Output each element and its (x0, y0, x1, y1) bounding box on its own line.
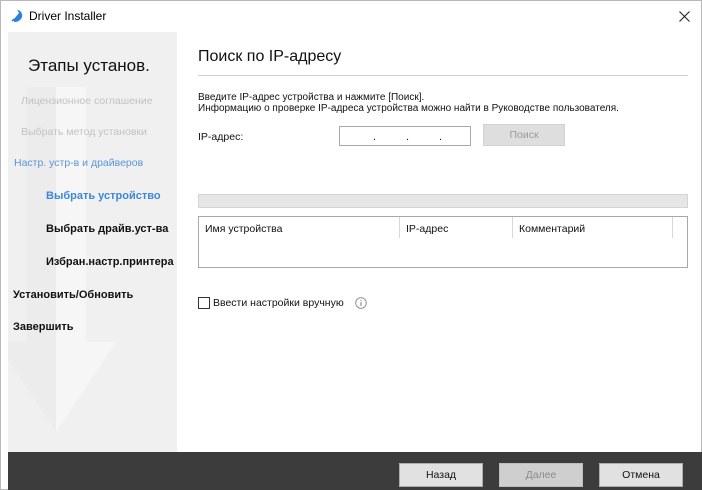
ip-address-input[interactable]: . . . (339, 126, 471, 146)
installer-window: Driver Installer Этапы установ. Лицензио… (0, 0, 702, 490)
footer-bar (8, 452, 702, 490)
ip-octet-separator: . (406, 131, 410, 143)
manual-settings-option[interactable]: Ввести настройки вручную (198, 297, 367, 309)
manual-settings-label[interactable]: Ввести настройки вручную (213, 297, 344, 309)
step-select-device: Выбрать устройство (46, 190, 161, 202)
next-button[interactable]: Далее (499, 463, 583, 487)
window-title: Driver Installer (29, 9, 107, 23)
column-header-comment[interactable]: Комментарий (513, 217, 673, 238)
step-finish: Завершить (13, 321, 74, 333)
steps-title: Этапы установ. (28, 56, 150, 75)
step-select-device-driver: Выбрать драйв.уст-ва (46, 223, 169, 235)
ip-octet-separator: . (373, 131, 377, 143)
instruction-text-1: Введите IP-адрес устройства и нажмите [П… (198, 92, 425, 103)
ip-address-label: IP-адрес: (198, 131, 244, 143)
page-title: Поиск по IP-адресу (198, 48, 342, 65)
column-header-ip-address[interactable]: IP-адрес (400, 217, 513, 238)
step-device-driver-setup: Настр. устр-в и драйверов (14, 157, 144, 169)
back-button[interactable]: Назад (399, 463, 483, 487)
steps-sidebar: Этапы установ. Лицензионное соглашение В… (8, 32, 177, 452)
title-divider (198, 75, 688, 76)
close-icon (678, 10, 690, 22)
instruction-text-2: Информацию о проверке IP-адреса устройст… (198, 103, 619, 114)
step-install-update: Установить/Обновить (13, 289, 134, 301)
close-button[interactable] (667, 1, 701, 31)
step-license-agreement: Лицензионное соглашение (21, 95, 153, 107)
step-select-install-method: Выбрать метод установки (21, 126, 147, 138)
step-printer-preferences: Избран.настр.принтера (46, 256, 174, 268)
column-header-device-name[interactable]: Имя устройства (199, 217, 400, 238)
device-results-table[interactable]: Имя устройства IP-адрес Комментарий (198, 216, 688, 268)
cancel-button[interactable]: Отмена (599, 463, 683, 487)
ip-octet-separator: . (439, 131, 443, 143)
title-bar: Driver Installer (1, 1, 701, 31)
search-button[interactable]: Поиск (483, 124, 565, 146)
manual-settings-checkbox[interactable] (198, 297, 210, 309)
driver-installer-app-icon (11, 10, 23, 22)
info-icon[interactable] (354, 297, 367, 309)
search-progress-bar (198, 194, 688, 208)
